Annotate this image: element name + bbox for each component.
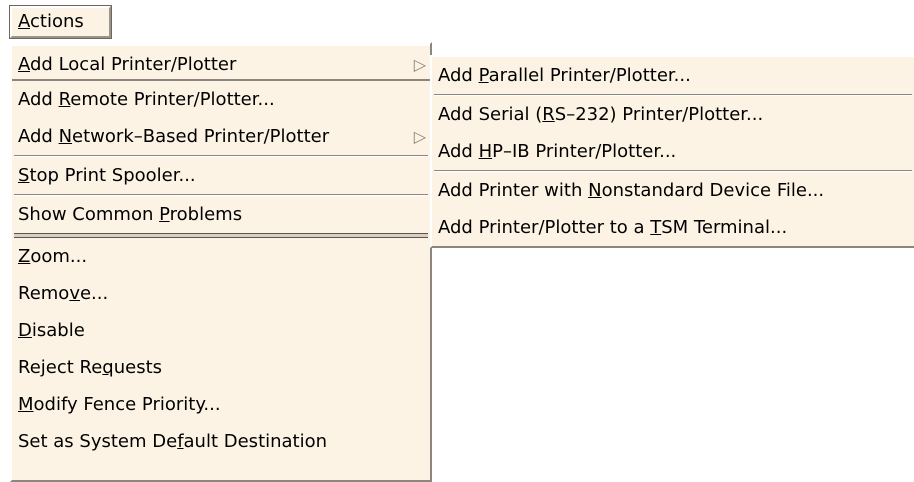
item-text: roblems [169, 204, 243, 225]
item-mnemonic: N [58, 126, 73, 147]
submenu-item-add-serial[interactable]: Add Serial (RS–232) Printer/Plotter... [432, 96, 914, 133]
item-mnemonic: A [18, 54, 30, 75]
item-mnemonic: H [478, 141, 493, 162]
submenu-item-add-hpib[interactable]: Add HP–IB Printer/Plotter... [432, 133, 914, 170]
item-text: Set as System De [18, 431, 178, 452]
item-text: emote Printer/Plotter... [70, 89, 275, 110]
item-text: Add [438, 141, 479, 162]
item-text: Add [438, 65, 479, 86]
item-text: uests [113, 357, 163, 378]
menu-item-disable[interactable]: Disable [12, 312, 430, 349]
item-text: Add [18, 89, 59, 110]
menu-item-reject-requests[interactable]: Reject Requests [12, 349, 430, 386]
item-mnemonic: N [588, 180, 602, 201]
menu-item-add-network-printer[interactable]: Add Network–Based Printer/Plotter ▷ [12, 118, 430, 155]
item-mnemonic: S [18, 165, 30, 186]
menu-item-set-system-default[interactable]: Set as System Default Destination [12, 423, 430, 460]
submenu-item-add-tsm[interactable]: Add Printer/Plotter to a TSM Terminal... [432, 209, 914, 246]
submenu-arrow-icon: ▷ [413, 55, 426, 74]
item-text: ault Destination [183, 431, 328, 452]
actions-label: ctions [30, 11, 84, 32]
item-mnemonic: Z [18, 246, 31, 267]
actions-dropdown-menu: Add Local Printer/Plotter ▷ Add Remote P… [10, 42, 432, 482]
item-text: top Print Spooler... [29, 165, 196, 186]
submenu-item-add-nonstandard[interactable]: Add Printer with Nonstandard Device File… [432, 172, 914, 209]
item-mnemonic: P [159, 204, 170, 225]
item-text: SM Terminal... [661, 217, 788, 238]
item-text: etwork–Based Printer/Plotter [72, 126, 330, 147]
menu-item-zoom[interactable]: Zoom... [12, 238, 430, 275]
item-text: odify Fence Priority... [33, 394, 221, 415]
menu-item-remove[interactable]: Remove... [12, 275, 430, 312]
item-mnemonic: v [69, 283, 80, 304]
item-text: Reject Re [18, 357, 103, 378]
menu-item-add-local-printer[interactable]: Add Local Printer/Plotter ▷ [12, 44, 430, 81]
item-mnemonic: M [18, 394, 34, 415]
item-text: isable [31, 320, 85, 341]
menu-item-add-remote-printer[interactable]: Add Remote Printer/Plotter... [12, 81, 430, 118]
item-text: S–232) Printer/Plotter... [554, 104, 764, 125]
actions-mnemonic: A [18, 11, 30, 32]
item-mnemonic: T [650, 217, 662, 238]
menu-item-stop-print-spooler[interactable]: Stop Print Spooler... [12, 157, 430, 194]
item-text: Add Printer/Plotter to a [438, 217, 651, 238]
item-text: Add Serial ( [438, 104, 543, 125]
item-text: Add Printer with [438, 180, 589, 201]
submenu-item-add-parallel[interactable]: Add Parallel Printer/Plotter... [432, 57, 914, 94]
item-text: arallel Printer/Plotter... [488, 65, 691, 86]
item-mnemonic: q [102, 357, 114, 378]
item-mnemonic: P [478, 65, 489, 86]
item-text: P–IB Printer/Plotter... [492, 141, 677, 162]
item-text: Show Common [18, 204, 160, 225]
add-local-printer-submenu: Add Parallel Printer/Plotter... Add Seri… [430, 55, 914, 248]
item-mnemonic: R [58, 89, 71, 110]
item-mnemonic: D [18, 320, 32, 341]
actions-menu-button[interactable]: Actions [9, 5, 112, 39]
item-text: Add [18, 126, 59, 147]
menu-item-show-common-problems[interactable]: Show Common Problems [12, 196, 430, 233]
submenu-arrow-icon: ▷ [413, 127, 426, 146]
item-text: oom... [30, 246, 88, 267]
item-text: onstandard Device File... [601, 180, 825, 201]
item-text: Remo [18, 283, 70, 304]
menu-item-modify-fence-priority[interactable]: Modify Fence Priority... [12, 386, 430, 423]
item-text: e... [79, 283, 109, 304]
item-text: dd Local Printer/Plotter [30, 54, 237, 75]
item-mnemonic: R [542, 104, 555, 125]
